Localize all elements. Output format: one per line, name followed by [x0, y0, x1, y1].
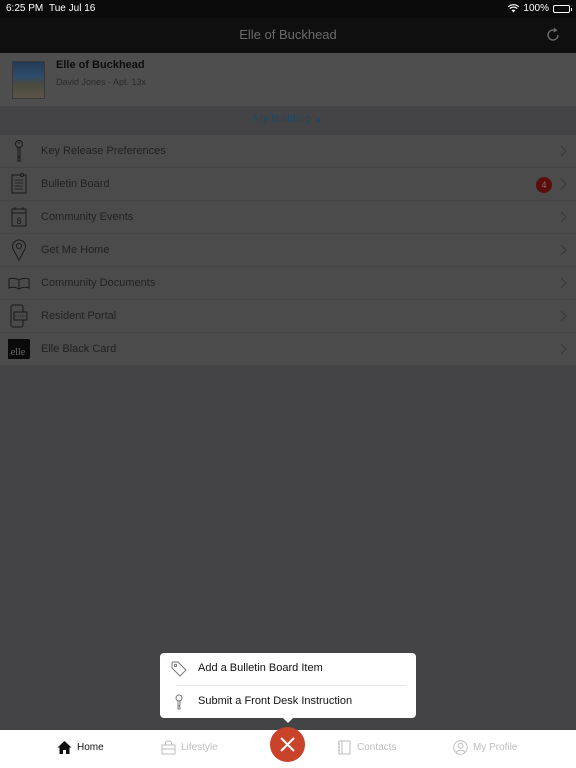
bag-icon — [161, 740, 176, 755]
menu-item-community-events[interactable]: 8 Community Events — [0, 201, 576, 234]
chevron-right-icon — [560, 310, 567, 322]
tag-icon — [171, 661, 187, 677]
calendar-icon: 8 — [11, 207, 27, 227]
popover-item-add-bulletin[interactable]: Add a Bulletin Board Item — [160, 653, 416, 685]
tab-contacts[interactable]: Contacts — [337, 740, 396, 755]
popover-notch — [282, 717, 294, 723]
tab-my-profile[interactable]: My Profile — [453, 740, 517, 755]
bulletin-icon — [11, 173, 27, 194]
tab-label: Lifestyle — [181, 742, 218, 753]
key-icon — [175, 694, 183, 710]
profile-icon — [453, 740, 468, 755]
menu-item-label: Elle Black Card — [41, 343, 117, 355]
battery-icon — [553, 4, 572, 13]
menu-item-label: Key Release Preferences — [41, 145, 166, 157]
building-name: Elle of Buckhead — [56, 59, 145, 71]
close-icon — [280, 737, 295, 752]
svg-text:8: 8 — [16, 216, 21, 226]
notification-badge: 4 — [536, 177, 552, 193]
status-right: 100% — [508, 3, 572, 14]
phone-card-icon — [10, 304, 28, 328]
chevron-right-icon — [560, 145, 567, 157]
nav-bar: Elle of Buckhead — [0, 18, 576, 53]
location-pin-icon — [12, 239, 26, 262]
tab-home[interactable]: Home — [57, 740, 104, 755]
wifi-icon — [508, 4, 520, 13]
tab-label: Home — [77, 742, 104, 753]
chevron-right-icon — [560, 178, 567, 190]
resident-info: David Jones - Apt. 13x — [56, 77, 147, 87]
status-bar: 6:25 PM Tue Jul 16 100% — [0, 0, 576, 18]
quick-actions-popover: Add a Bulletin Board Item Submit a Front… — [160, 653, 416, 723]
tab-label: My Profile — [473, 742, 518, 753]
menu-item-community-documents[interactable]: Community Documents — [0, 267, 576, 300]
tab-label: Contacts — [357, 742, 397, 753]
battery-percent: 100% — [523, 3, 549, 14]
section-label: My Building — [253, 113, 311, 125]
chevron-up-icon: ▲ — [314, 115, 323, 124]
section-toggle-my-building[interactable]: My Building ▲ — [0, 113, 576, 135]
chevron-right-icon — [560, 211, 567, 223]
building-card[interactable]: Elle of Buckhead David Jones - Apt. 13x — [0, 53, 576, 106]
building-thumbnail — [12, 61, 45, 99]
menu-list: Key Release Preferences Bulletin Board 4… — [0, 135, 576, 366]
menu-item-resident-portal[interactable]: Resident Portal — [0, 300, 576, 333]
menu-item-get-me-home[interactable]: Get Me Home — [0, 234, 576, 267]
menu-item-elle-black-card[interactable]: elle Elle Black Card — [0, 333, 576, 366]
chevron-right-icon — [560, 277, 567, 289]
home-icon — [57, 741, 72, 754]
book-icon — [8, 277, 30, 290]
status-time: 6:25 PM — [6, 3, 44, 14]
status-date: Tue Jul 16 — [49, 3, 96, 14]
menu-item-label: Bulletin Board — [41, 178, 110, 190]
refresh-icon[interactable] — [544, 26, 562, 44]
menu-item-label: Community Events — [41, 211, 134, 223]
chevron-right-icon — [560, 244, 567, 256]
contacts-book-icon — [338, 740, 351, 755]
close-actions-button[interactable] — [270, 727, 305, 762]
menu-item-key-release[interactable]: Key Release Preferences — [0, 135, 576, 168]
tab-lifestyle[interactable]: Lifestyle — [161, 740, 218, 755]
menu-item-label: Resident Portal — [41, 310, 117, 322]
menu-item-label: Get Me Home — [41, 244, 110, 256]
popover-item-front-desk[interactable]: Submit a Front Desk Instruction — [160, 686, 416, 718]
page-title: Elle of Buckhead — [239, 27, 337, 42]
svg-text:elle: elle — [11, 347, 26, 358]
popover-item-label: Add a Bulletin Board Item — [198, 662, 323, 674]
chevron-right-icon — [560, 343, 567, 355]
menu-item-label: Community Documents — [41, 277, 156, 289]
key-icon — [15, 140, 23, 162]
menu-item-bulletin-board[interactable]: Bulletin Board 4 — [0, 168, 576, 201]
elle-card-icon: elle — [8, 339, 30, 359]
popover-item-label: Submit a Front Desk Instruction — [198, 695, 353, 707]
